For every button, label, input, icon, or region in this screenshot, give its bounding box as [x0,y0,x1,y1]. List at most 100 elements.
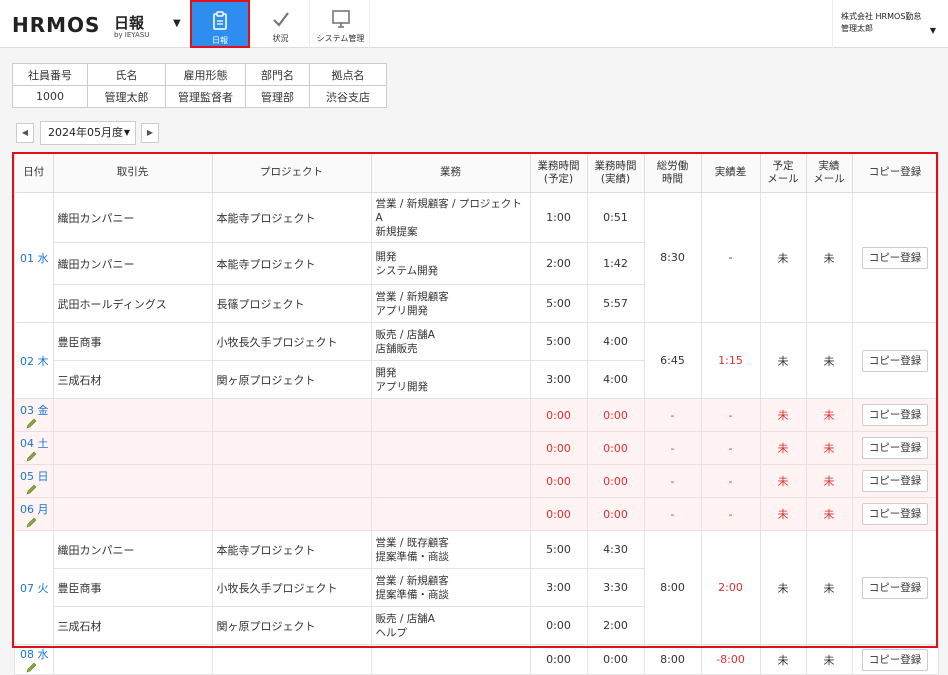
task-cell [370,398,531,432]
actual-mail-cell: 未 [805,322,853,399]
next-month-button[interactable]: ▶ [141,123,159,143]
plan-time-cell: 3:00 [529,360,588,399]
nav-daily-report[interactable]: 日報 [190,0,250,48]
emp-header: 部門名 [245,63,310,86]
project-cell: 長篠プロジェクト [211,284,372,323]
date-link[interactable]: 06 月 [20,503,49,516]
copy-register-button[interactable]: コピー登録 [862,503,928,525]
check-icon [272,12,289,27]
table-row: 07 火織田カンパニー 本能寺プロジェクト 営業 / 既存顧客 提案準備・商談 5:0… [14,530,939,645]
client-cell: 三成石材 [52,360,213,399]
date-link[interactable]: 03 金 [20,404,49,417]
diff-cell: -8:00 [700,644,761,675]
plan-time-cell: 5:00 [529,322,588,361]
actual-mail-cell: 未 [805,530,853,645]
nav-status[interactable]: 状況 [252,0,310,48]
copy-cell: コピー登録 [851,644,939,675]
plan-mail-cell: 未 [759,464,807,498]
task-cell [370,497,531,531]
client-cell: 織田カンパニー [52,530,213,569]
project-cell: 小牧長久手プロジェクト [211,322,372,361]
task-cell: 営業 / 新規顧客 アプリ開発 [370,284,531,323]
copy-register-button[interactable]: コピー登録 [862,349,928,372]
date-link[interactable]: 04 土 [20,437,49,450]
plan-time-cell: 3:00 [529,568,588,607]
plan-time-cell: 0:00 [529,431,588,465]
project-cell [211,398,372,432]
date-cell: 07 火 [14,530,54,645]
clipboard-icon [213,11,227,30]
copy-register-button[interactable]: コピー登録 [862,648,928,671]
pencil-icon[interactable] [26,418,37,429]
task-cell [370,644,531,675]
emp-header: 氏名 [87,63,166,86]
date-cell: 05 日 [14,464,54,498]
total-hours-cell: - [643,497,702,531]
task-cell: 営業 / 新規顧客 提案準備・商談 [370,568,531,607]
date-link[interactable]: 07 火 [20,582,49,595]
logo-sub: by IEYASU [114,31,150,39]
plan-mail-cell: 未 [759,530,807,645]
actual-time-cell: 0:00 [586,464,645,498]
column-header: 業務 [370,152,531,193]
plan-mail-cell: 未 [759,644,807,675]
copy-register-button[interactable]: コピー登録 [862,404,928,426]
copy-cell: コピー登録 [851,398,939,432]
nav-system-label: システム管理 [316,34,365,43]
task-cell: 営業 / 新規顧客 / プロジェクトA 新規提案 [370,192,531,243]
table-row: 05 日 0:00 0:00- - 未未コピー登録 [14,464,939,498]
diff-cell: - [700,464,761,498]
copy-register-button[interactable]: コピー登録 [862,246,928,269]
client-cell: 豊臣商事 [52,322,213,361]
emp-value: 1000 [12,85,88,108]
actual-time-cell: 3:30 [586,568,645,607]
month-select[interactable]: 2024年05月度 ▼ [40,121,136,145]
copy-register-button[interactable]: コピー登録 [862,470,928,492]
emp-value: 管理太郎 [87,85,166,108]
client-cell: 三成石材 [52,606,213,645]
plan-time-cell: 5:00 [529,530,588,569]
project-cell [211,644,372,675]
table-row: 01 水織田カンパニー 本能寺プロジェクト 営業 / 新規顧客 / プロジェクトA … [14,192,939,323]
copy-cell: コピー登録 [851,530,939,645]
product-menu-chevron-icon[interactable]: ▼ [173,18,181,29]
date-link[interactable]: 02 木 [20,355,49,368]
date-cell: 08 水 [14,644,54,675]
date-link[interactable]: 01 水 [20,252,49,265]
actual-time-cell: 1:42 [586,242,645,285]
pencil-icon[interactable] [26,451,37,462]
pencil-icon[interactable] [26,484,37,495]
table-row: 06 月 0:00 0:00- - 未未コピー登録 [14,497,939,531]
pencil-icon[interactable] [26,662,37,673]
plan-time-cell: 0:00 [529,606,588,645]
column-header: 取引先 [52,152,213,193]
project-cell [211,464,372,498]
diff-cell: 1:15 [700,322,761,399]
project-cell [211,497,372,531]
actual-time-cell: 0:00 [586,398,645,432]
table-row: 04 土 0:00 0:00- - 未未コピー登録 [14,431,939,465]
task-cell: 営業 / 既存顧客 提案準備・商談 [370,530,531,569]
actual-mail-cell: 未 [805,398,853,432]
date-cell: 01 水 [14,192,54,323]
total-hours-cell: - [643,398,702,432]
account-menu[interactable]: 株式会社 HRMOS勤怠 管理太郎 ▼ [832,0,948,48]
nav-system-admin[interactable]: システム管理 [312,0,370,48]
plan-time-cell: 0:00 [529,497,588,531]
plan-mail-cell: 未 [759,431,807,465]
task-cell: 販売 / 店舗A ヘルプ [370,606,531,645]
pencil-icon[interactable] [26,517,37,528]
copy-register-button[interactable]: コピー登録 [862,576,928,599]
column-header: 実績 メール [805,152,853,193]
project-cell: 小牧長久手プロジェクト [211,568,372,607]
copy-register-button[interactable]: コピー登録 [862,437,928,459]
total-hours-cell: 8:00 [643,644,702,675]
actual-mail-cell: 未 [805,644,853,675]
plan-mail-cell: 未 [759,497,807,531]
nav-status-label: 状況 [272,34,289,43]
prev-month-button[interactable]: ◀ [16,123,34,143]
app-header: HRMOS 日報 by IEYASU ▼ 日報 状況 システム管理 株式会社 H… [0,0,948,48]
client-cell: 武田ホールディングス [52,284,213,323]
date-link[interactable]: 08 水 [20,648,49,661]
date-link[interactable]: 05 日 [20,470,49,483]
